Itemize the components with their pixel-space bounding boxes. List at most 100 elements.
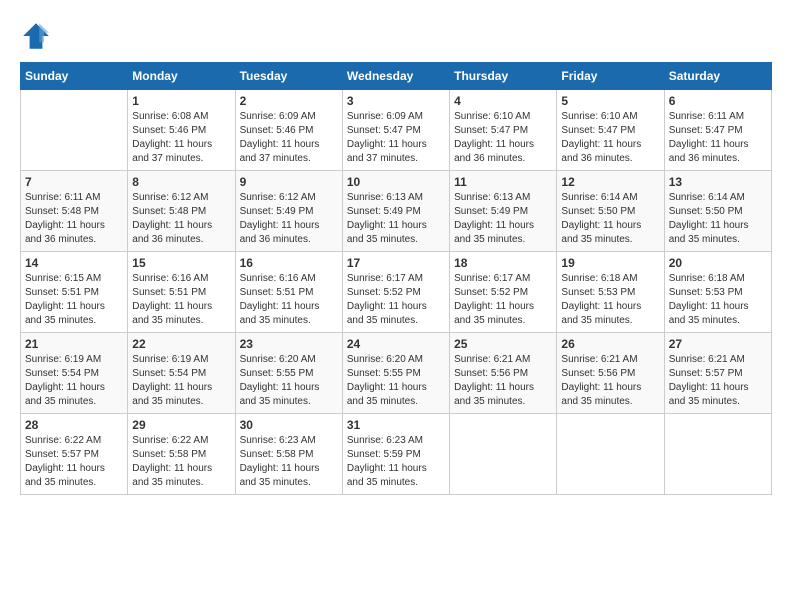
day-number: 29 (132, 418, 230, 432)
day-number: 28 (25, 418, 123, 432)
cell-info: Sunrise: 6:18 AMSunset: 5:53 PMDaylight:… (561, 272, 659, 328)
calendar-cell: 31 Sunrise: 6:23 AMSunset: 5:59 PMDayligh… (342, 414, 449, 495)
day-number: 17 (347, 256, 445, 270)
calendar-cell: 17 Sunrise: 6:17 AMSunset: 5:52 PMDayligh… (342, 252, 449, 333)
calendar-week-row: 14Sunrise: 6:15 AMSunset: 5:51 PMDayligh… (21, 252, 772, 333)
cell-info: Sunrise: 6:13 AMSunset: 5:49 PMDaylight:… (347, 191, 445, 247)
calendar-cell: 2 Sunrise: 6:09 AMSunset: 5:46 PMDaylight… (235, 90, 342, 171)
day-number: 6 (669, 94, 767, 108)
day-number: 16 (240, 256, 338, 270)
cell-info: Sunrise: 6:21 AMSunset: 5:56 PMDaylight:… (454, 353, 552, 409)
cell-info: Sunrise: 6:20 AMSunset: 5:55 PMDaylight:… (347, 353, 445, 409)
calendar-cell: 16 Sunrise: 6:16 AMSunset: 5:51 PMDayligh… (235, 252, 342, 333)
day-number: 25 (454, 337, 552, 351)
day-number: 31 (347, 418, 445, 432)
calendar-cell: 6 Sunrise: 6:11 AMSunset: 5:47 PMDaylight… (664, 90, 771, 171)
day-number: 8 (132, 175, 230, 189)
calendar-cell: 4Sunrise: 6:10 AMSunset: 5:47 PMDaylight… (450, 90, 557, 171)
cell-info: Sunrise: 6:22 AMSunset: 5:58 PMDaylight:… (132, 434, 230, 490)
calendar-cell: 9 Sunrise: 6:12 AMSunset: 5:49 PMDaylight… (235, 171, 342, 252)
logo-icon (20, 20, 52, 52)
calendar-cell: 24 Sunrise: 6:20 AMSunset: 5:55 PMDayligh… (342, 333, 449, 414)
column-header-wednesday: Wednesday (342, 63, 449, 90)
calendar-cell (664, 414, 771, 495)
cell-info: Sunrise: 6:18 AMSunset: 5:53 PMDaylight:… (669, 272, 767, 328)
calendar-cell: 25 Sunrise: 6:21 AMSunset: 5:56 PMDayligh… (450, 333, 557, 414)
calendar-cell: 21 Sunrise: 6:19 AMSunset: 5:54 PMDayligh… (21, 333, 128, 414)
calendar-cell: 28Sunrise: 6:22 AMSunset: 5:57 PMDayligh… (21, 414, 128, 495)
cell-info: Sunrise: 6:14 AMSunset: 5:50 PMDaylight:… (561, 191, 659, 247)
cell-info: Sunrise: 6:13 AMSunset: 5:49 PMDaylight:… (454, 191, 552, 247)
day-number: 19 (561, 256, 659, 270)
day-number: 13 (669, 175, 767, 189)
calendar-cell (21, 90, 128, 171)
calendar-cell: 11 Sunrise: 6:13 AMSunset: 5:49 PMDayligh… (450, 171, 557, 252)
day-number: 15 (132, 256, 230, 270)
day-number: 27 (669, 337, 767, 351)
cell-info: Sunrise: 6:09 AMSunset: 5:46 PMDaylight:… (240, 110, 338, 166)
column-header-saturday: Saturday (664, 63, 771, 90)
calendar-cell: 8 Sunrise: 6:12 AMSunset: 5:48 PMDaylight… (128, 171, 235, 252)
calendar-cell: 30 Sunrise: 6:23 AMSunset: 5:58 PMDayligh… (235, 414, 342, 495)
cell-info: Sunrise: 6:16 AMSunset: 5:51 PMDaylight:… (240, 272, 338, 328)
day-number: 21 (25, 337, 123, 351)
calendar-cell: 19 Sunrise: 6:18 AMSunset: 5:53 PMDayligh… (557, 252, 664, 333)
cell-info: Sunrise: 6:10 AMSunset: 5:47 PMDaylight:… (561, 110, 659, 166)
day-number: 26 (561, 337, 659, 351)
calendar-cell: 22Sunrise: 6:19 AMSunset: 5:54 PMDayligh… (128, 333, 235, 414)
cell-info: Sunrise: 6:23 AMSunset: 5:58 PMDaylight:… (240, 434, 338, 490)
calendar-cell: 12 Sunrise: 6:14 AMSunset: 5:50 PMDayligh… (557, 171, 664, 252)
calendar-cell: 7 Sunrise: 6:11 AMSunset: 5:48 PMDaylight… (21, 171, 128, 252)
cell-info: Sunrise: 6:15 AMSunset: 5:51 PMDaylight:… (25, 272, 123, 328)
day-number: 30 (240, 418, 338, 432)
page-header (20, 20, 772, 52)
day-number: 23 (240, 337, 338, 351)
cell-info: Sunrise: 6:12 AMSunset: 5:49 PMDaylight:… (240, 191, 338, 247)
calendar-cell: 20 Sunrise: 6:18 AMSunset: 5:53 PMDayligh… (664, 252, 771, 333)
column-header-friday: Friday (557, 63, 664, 90)
calendar-cell: 3 Sunrise: 6:09 AMSunset: 5:47 PMDaylight… (342, 90, 449, 171)
day-number: 11 (454, 175, 552, 189)
calendar-cell: 14Sunrise: 6:15 AMSunset: 5:51 PMDayligh… (21, 252, 128, 333)
cell-info: Sunrise: 6:21 AMSunset: 5:56 PMDaylight:… (561, 353, 659, 409)
cell-info: Sunrise: 6:16 AMSunset: 5:51 PMDaylight:… (132, 272, 230, 328)
cell-info: Sunrise: 6:14 AMSunset: 5:50 PMDaylight:… (669, 191, 767, 247)
calendar-cell: 5Sunrise: 6:10 AMSunset: 5:47 PMDaylight… (557, 90, 664, 171)
calendar-cell: 26 Sunrise: 6:21 AMSunset: 5:56 PMDayligh… (557, 333, 664, 414)
day-number: 12 (561, 175, 659, 189)
day-number: 1 (132, 94, 230, 108)
cell-info: Sunrise: 6:11 AMSunset: 5:47 PMDaylight:… (669, 110, 767, 166)
calendar-cell (557, 414, 664, 495)
calendar-cell: 29 Sunrise: 6:22 AMSunset: 5:58 PMDayligh… (128, 414, 235, 495)
day-number: 24 (347, 337, 445, 351)
day-number: 18 (454, 256, 552, 270)
calendar-cell (450, 414, 557, 495)
calendar-cell: 10 Sunrise: 6:13 AMSunset: 5:49 PMDayligh… (342, 171, 449, 252)
calendar-cell: 15 Sunrise: 6:16 AMSunset: 5:51 PMDayligh… (128, 252, 235, 333)
cell-info: Sunrise: 6:11 AMSunset: 5:48 PMDaylight:… (25, 191, 123, 247)
column-header-thursday: Thursday (450, 63, 557, 90)
day-number: 9 (240, 175, 338, 189)
cell-info: Sunrise: 6:17 AMSunset: 5:52 PMDaylight:… (347, 272, 445, 328)
cell-info: Sunrise: 6:21 AMSunset: 5:57 PMDaylight:… (669, 353, 767, 409)
calendar-week-row: 7 Sunrise: 6:11 AMSunset: 5:48 PMDaylight… (21, 171, 772, 252)
logo (20, 20, 56, 52)
cell-info: Sunrise: 6:17 AMSunset: 5:52 PMDaylight:… (454, 272, 552, 328)
cell-info: Sunrise: 6:09 AMSunset: 5:47 PMDaylight:… (347, 110, 445, 166)
calendar-table: SundayMondayTuesdayWednesdayThursdayFrid… (20, 62, 772, 495)
day-number: 3 (347, 94, 445, 108)
cell-info: Sunrise: 6:19 AMSunset: 5:54 PMDaylight:… (25, 353, 123, 409)
day-number: 10 (347, 175, 445, 189)
cell-info: Sunrise: 6:23 AMSunset: 5:59 PMDaylight:… (347, 434, 445, 490)
calendar-cell: 27 Sunrise: 6:21 AMSunset: 5:57 PMDayligh… (664, 333, 771, 414)
cell-info: Sunrise: 6:08 AMSunset: 5:46 PMDaylight:… (132, 110, 230, 166)
column-header-monday: Monday (128, 63, 235, 90)
cell-info: Sunrise: 6:20 AMSunset: 5:55 PMDaylight:… (240, 353, 338, 409)
calendar-cell: 23 Sunrise: 6:20 AMSunset: 5:55 PMDayligh… (235, 333, 342, 414)
day-number: 2 (240, 94, 338, 108)
cell-info: Sunrise: 6:12 AMSunset: 5:48 PMDaylight:… (132, 191, 230, 247)
day-number: 20 (669, 256, 767, 270)
column-header-tuesday: Tuesday (235, 63, 342, 90)
day-number: 7 (25, 175, 123, 189)
calendar-week-row: 21 Sunrise: 6:19 AMSunset: 5:54 PMDayligh… (21, 333, 772, 414)
